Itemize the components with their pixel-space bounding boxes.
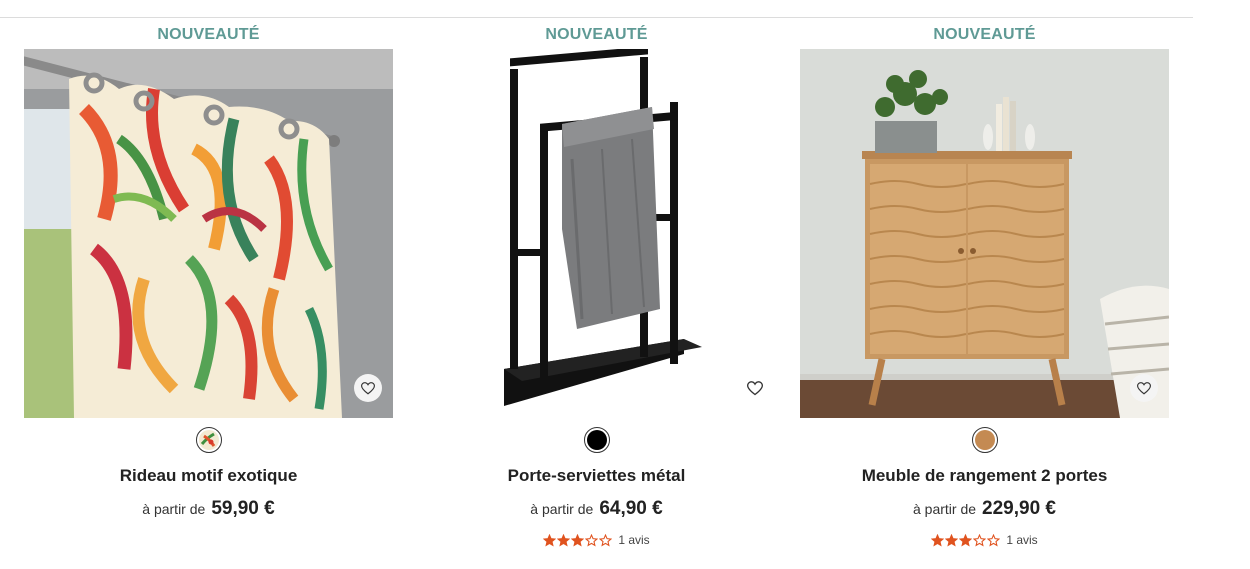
pattern-swatch-icon: [198, 430, 219, 450]
product-card[interactable]: NOUVEAUTÉ Porte-serviettes métal à parti…: [412, 18, 781, 554]
price-prefix: à partir de: [530, 501, 594, 517]
rating-row[interactable]: 1 avis: [412, 526, 781, 554]
product-image[interactable]: [24, 49, 393, 418]
cabinet-image: [800, 49, 1169, 418]
heart-icon: [1137, 381, 1151, 394]
star-empty-icon: [585, 533, 599, 546]
rating-row[interactable]: 1 avis: [800, 526, 1169, 554]
color-swatch[interactable]: [971, 427, 998, 453]
star-empty-icon: [973, 533, 987, 546]
favorite-button[interactable]: [741, 374, 769, 402]
price: 59,90 €: [211, 498, 275, 519]
wood-swatch-color: [974, 430, 995, 450]
star-filled-icon: [571, 533, 585, 546]
favorite-button[interactable]: [354, 374, 382, 402]
heart-icon: [361, 381, 375, 394]
star-filled-icon: [959, 533, 973, 546]
product-image[interactable]: [412, 49, 781, 418]
price-row: à partir de 64,90 €: [412, 492, 781, 526]
favorite-button[interactable]: [1130, 374, 1158, 402]
price-prefix: à partir de: [142, 501, 206, 517]
product-card[interactable]: NOUVEAUTÉ: [800, 18, 1169, 554]
new-badge: NOUVEAUTÉ: [157, 26, 260, 43]
color-swatch[interactable]: [583, 427, 610, 453]
towel-rack-image: [412, 49, 781, 418]
price-row: à partir de 229,90 €: [800, 492, 1169, 526]
price: 229,90 €: [982, 498, 1056, 519]
star-filled-icon: [945, 533, 959, 546]
star-empty-icon: [599, 533, 613, 546]
product-image[interactable]: [800, 49, 1169, 418]
review-count[interactable]: 1 avis: [1006, 526, 1037, 554]
product-name[interactable]: Meuble de rangement 2 portes: [800, 462, 1169, 492]
curtain-image: [24, 49, 393, 418]
review-count[interactable]: 1 avis: [618, 526, 649, 554]
star-filled-icon: [557, 533, 571, 546]
product-card[interactable]: NOUVEAUTÉ: [24, 18, 393, 526]
star-rating: [931, 533, 1001, 547]
new-badge: NOUVEAUTÉ: [933, 26, 1036, 43]
star-empty-icon: [987, 533, 1001, 546]
heart-icon: [747, 380, 763, 395]
price-prefix: à partir de: [912, 501, 977, 517]
star-filled-icon: [931, 533, 945, 546]
product-name[interactable]: Porte-serviettes métal: [412, 462, 781, 492]
color-swatch[interactable]: [195, 427, 222, 453]
product-name[interactable]: Rideau motif exotique: [24, 462, 393, 492]
price: 64,90 €: [599, 498, 663, 519]
new-badge: NOUVEAUTÉ: [545, 26, 648, 43]
price-row: à partir de 59,90 €: [24, 492, 393, 526]
star-filled-icon: [543, 533, 557, 546]
star-rating: [543, 533, 613, 547]
black-swatch-color: [586, 430, 607, 450]
